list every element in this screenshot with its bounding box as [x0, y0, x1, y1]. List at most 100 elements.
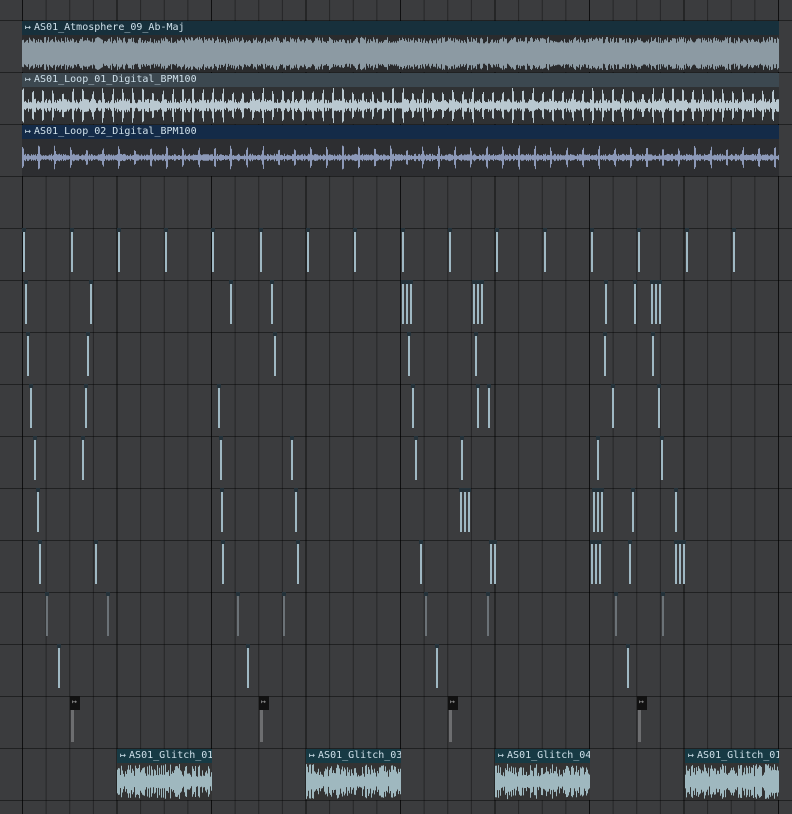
hit-clip[interactable] [401, 228, 405, 278]
hit-clip[interactable] [164, 228, 168, 278]
waveform [90, 284, 92, 324]
hit-clip[interactable] [486, 592, 490, 642]
hit-clip[interactable] [282, 592, 286, 642]
audio-clip-atmosphere[interactable]: ↦ AS01_Atmosphere_09_Ab-Maj [22, 21, 779, 72]
hit-clip[interactable] [628, 540, 632, 590]
hit-clip[interactable] [476, 384, 480, 434]
hit-clip[interactable] [70, 228, 74, 278]
hit-clip[interactable] [600, 488, 604, 538]
hit-clip[interactable] [658, 280, 662, 330]
hit-clip[interactable] [657, 384, 661, 434]
hit-clip[interactable] [424, 592, 428, 642]
hit-clip[interactable] [38, 540, 42, 590]
waveform [595, 544, 597, 584]
waveform [46, 596, 48, 636]
hit-clip[interactable] [603, 332, 607, 382]
fx-clip[interactable]: ↦ [448, 696, 458, 746]
fx-clip[interactable]: ↦ [637, 696, 647, 746]
hit-clip[interactable] [259, 228, 263, 278]
hit-clip[interactable] [493, 540, 497, 590]
hit-clip[interactable] [596, 436, 600, 486]
hit-clip[interactable] [353, 228, 357, 278]
hit-clip[interactable] [660, 436, 664, 486]
clip-arrow-icon: ↦ [309, 750, 316, 761]
hit-clip[interactable] [236, 592, 240, 642]
hit-clip[interactable] [414, 436, 418, 486]
hit-clip[interactable] [94, 540, 98, 590]
hit-clip[interactable] [45, 592, 49, 642]
audio-clip-loop-02[interactable]: ↦ AS01_Loop_02_Digital_BPM100 [22, 125, 779, 176]
hit-clip[interactable] [682, 540, 686, 590]
hit-clip[interactable] [411, 384, 415, 434]
audio-clip-glitch-01[interactable]: ↦ AS01_Glitch_01 [117, 749, 212, 800]
hit-clip[interactable] [246, 644, 250, 694]
hit-clip[interactable] [81, 436, 85, 486]
hit-clip[interactable] [221, 540, 225, 590]
waveform [473, 284, 475, 324]
hit-clip[interactable] [480, 280, 484, 330]
hit-clip[interactable] [407, 332, 411, 382]
hit-clip[interactable] [36, 488, 40, 538]
hit-clip[interactable] [33, 436, 37, 486]
hit-clip[interactable] [651, 332, 655, 382]
hit-clip[interactable] [626, 644, 630, 694]
hit-clip[interactable] [661, 592, 665, 642]
clip-waveform-area [306, 763, 401, 800]
hit-clip[interactable] [732, 228, 736, 278]
hit-clip[interactable] [86, 332, 90, 382]
hit-clip[interactable] [29, 384, 33, 434]
hit-clip[interactable] [22, 228, 26, 278]
hit-clip[interactable] [633, 280, 637, 330]
hit-clip[interactable] [637, 228, 641, 278]
hit-clip[interactable] [306, 228, 310, 278]
hit-clip[interactable] [674, 488, 678, 538]
hit-clip[interactable] [290, 436, 294, 486]
waveform [599, 544, 601, 584]
hit-clip[interactable] [294, 488, 298, 538]
hit-clip[interactable] [419, 540, 423, 590]
audio-clip-glitch-04[interactable]: ↦ AS01_Glitch_04 [495, 749, 590, 800]
hit-clip[interactable] [435, 644, 439, 694]
waveform [237, 596, 239, 636]
hit-clip[interactable] [24, 280, 28, 330]
hit-clip[interactable] [106, 592, 110, 642]
hit-clip[interactable] [211, 228, 215, 278]
hit-clip[interactable] [495, 228, 499, 278]
hit-clip[interactable] [467, 488, 471, 538]
hit-clip[interactable] [217, 384, 221, 434]
clip-name: AS01_Glitch_04 [507, 750, 590, 761]
hit-clip[interactable] [89, 280, 93, 330]
hit-clip[interactable] [448, 228, 452, 278]
hit-clip[interactable] [685, 228, 689, 278]
hit-clip[interactable] [474, 332, 478, 382]
hit-clip[interactable] [117, 228, 121, 278]
hit-clip[interactable] [604, 280, 608, 330]
hit-clip[interactable] [460, 436, 464, 486]
hit-clip[interactable] [598, 540, 602, 590]
waveform [601, 492, 603, 532]
hit-clip[interactable] [409, 280, 413, 330]
hit-clip[interactable] [229, 280, 233, 330]
hit-clip[interactable] [57, 644, 61, 694]
hit-clip[interactable] [220, 488, 224, 538]
hit-clip[interactable] [273, 332, 277, 382]
clip-header: ↦ [448, 696, 458, 710]
hit-clip[interactable] [270, 280, 274, 330]
hit-clip[interactable] [631, 488, 635, 538]
clip-waveform-area [22, 35, 779, 72]
hit-clip[interactable] [26, 332, 30, 382]
hit-clip[interactable] [543, 228, 547, 278]
hit-clip[interactable] [614, 592, 618, 642]
hit-clip[interactable] [219, 436, 223, 486]
fx-clip[interactable]: ↦ [259, 696, 269, 746]
hit-clip[interactable] [487, 384, 491, 434]
audio-clip-glitch-01-b[interactable]: ↦ AS01_Glitch_01 [685, 749, 779, 800]
fx-clip[interactable]: ↦ [70, 696, 80, 746]
audio-clip-loop-01[interactable]: ↦ AS01_Loop_01_Digital_BPM100 [22, 73, 779, 124]
hit-clip[interactable] [590, 228, 594, 278]
hit-clip[interactable] [84, 384, 88, 434]
waveform [605, 284, 607, 324]
hit-clip[interactable] [611, 384, 615, 434]
hit-clip[interactable] [296, 540, 300, 590]
audio-clip-glitch-03[interactable]: ↦ AS01_Glitch_03 [306, 749, 401, 800]
